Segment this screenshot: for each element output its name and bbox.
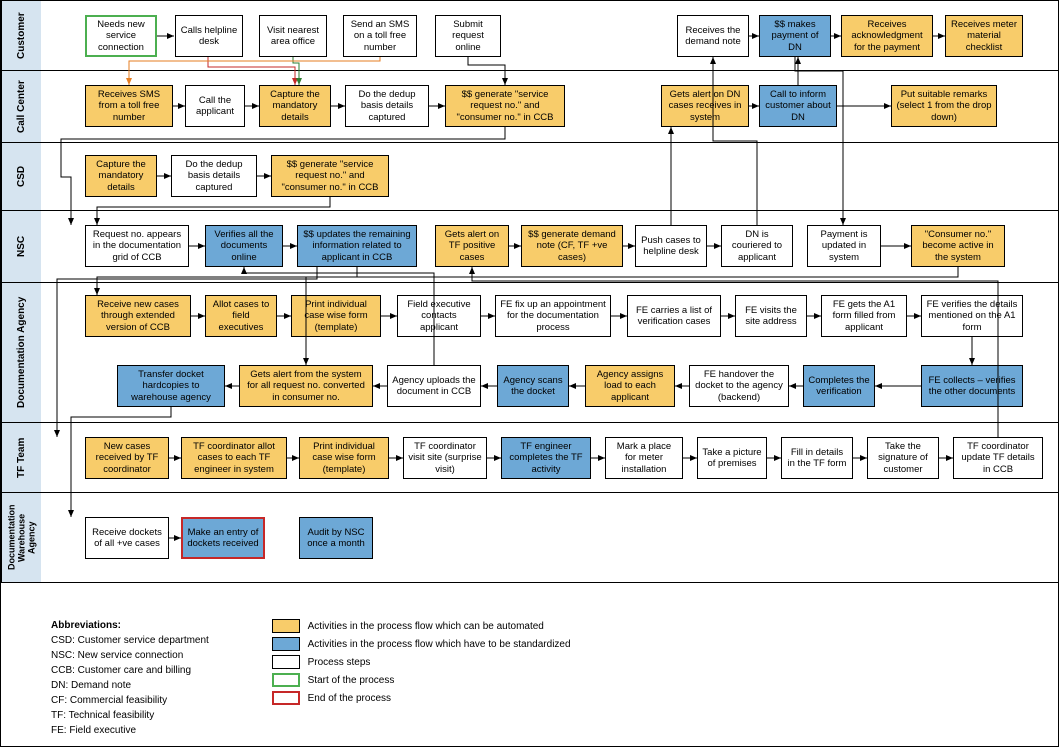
lane-docagency: Documentation Agency Receive new cases t… — [1, 283, 1058, 423]
box-da15: FE handover the docket to the agency (ba… — [689, 365, 789, 407]
box-da1: Receive new cases through extended versi… — [85, 295, 191, 337]
box-cust2: Calls helpline desk — [175, 15, 243, 57]
box-cust8: Receives acknowledgment for the payment — [841, 15, 933, 57]
box-cc8: Put suitable remarks (select 1 from the … — [891, 85, 997, 127]
box-da13: Agency scans the docket — [497, 365, 569, 407]
abbr-csd: CSD: Customer service department — [51, 633, 209, 648]
box-cc4: Do the dedup basis details captured — [345, 85, 429, 127]
box-tf10: TF coordinator update TF details in CCB — [953, 437, 1043, 479]
box-tf6: Mark a place for meter installation — [605, 437, 683, 479]
box-da17: FE collects – verifies the other documen… — [921, 365, 1023, 407]
box-da14: Agency assigns load to each applicant — [585, 365, 675, 407]
box-csd2: Do the dedup basis details captured — [171, 155, 257, 197]
box-cust5: Submit request online — [435, 15, 501, 57]
box-da8: FE gets the A1 form filled from applican… — [821, 295, 907, 337]
box-cc5: $$ generate "service request no." and "c… — [445, 85, 565, 127]
legend-standard: Activities in the process flow which hav… — [308, 639, 571, 650]
abbr-title: Abbreviations: — [51, 618, 209, 633]
lane-warehouse: Documentation Warehouse Agency Receive d… — [1, 493, 1058, 583]
box-nsc6: Push cases to helpline desk — [635, 225, 707, 267]
box-tf8: Fill in details in the TF form — [781, 437, 853, 479]
box-da5: FE fix up an appointment for the documen… — [495, 295, 611, 337]
box-csd3: $$ generate "service request no." and "c… — [271, 155, 389, 197]
box-da2: Allot cases to field executives — [205, 295, 277, 337]
box-tf3: Print individual case wise form (templat… — [299, 437, 389, 479]
box-nsc4: Gets alert on TF positive cases — [435, 225, 509, 267]
box-cc1: Receives SMS from a toll free number — [85, 85, 173, 127]
abbr-dn: DN: Demand note — [51, 678, 209, 693]
box-cust6: Receives the demand note — [677, 15, 749, 57]
box-da7: FE visits the site address — [735, 295, 807, 337]
box-tf2: TF coordinator allot cases to each TF en… — [181, 437, 287, 479]
abbr-nsc: NSC: New service connection — [51, 648, 209, 663]
box-tf5: TF engineer completes the TF activity — [501, 437, 591, 479]
box-cc6: Gets alert on DN cases receives in syste… — [661, 85, 749, 127]
abbr-cf: CF: Commercial feasibility — [51, 693, 209, 708]
box-nsc3: $$ updates the remaining information rel… — [297, 225, 417, 267]
legend-automate: Activities in the process flow which can… — [308, 621, 544, 632]
box-nsc1: Request no. appears in the documentation… — [85, 225, 189, 267]
abbr-fe: FE: Field executive — [51, 723, 209, 738]
box-wh1: Receive dockets of all +ve cases — [85, 517, 169, 559]
box-nsc7: DN is couriered to applicant — [721, 225, 793, 267]
box-da9: FE verifies the details mentioned on the… — [921, 295, 1023, 337]
box-csd1: Capture the mandatory details — [85, 155, 157, 197]
lane-label-customer: Customer — [1, 1, 41, 70]
legend-area: Abbreviations: CSD: Customer service dep… — [51, 618, 571, 738]
lane-label-tfteam: TF Team — [1, 423, 41, 492]
box-wh3: Audit by NSC once a month — [299, 517, 373, 559]
box-da16: Completes the verification — [803, 365, 875, 407]
box-da4: Field executive contacts applicant — [397, 295, 481, 337]
lane-label-nsc: NSC — [1, 211, 41, 282]
box-da11: Gets alert from the system for all reque… — [239, 365, 373, 407]
box-cust7: $$ makes payment of DN — [759, 15, 831, 57]
box-cc7: Call to inform customer about DN — [759, 85, 837, 127]
swatch-start — [272, 673, 300, 687]
box-tf1: New cases received by TF coordinator — [85, 437, 169, 479]
box-tf9: Take the signature of customer — [867, 437, 939, 479]
box-cc3: Capture the mandatory details — [259, 85, 331, 127]
box-da3: Print individual case wise form (templat… — [291, 295, 381, 337]
box-nsc8: Payment is updated in system — [807, 225, 881, 267]
box-cc2: Call the applicant — [185, 85, 245, 127]
legend-key: Activities in the process flow which can… — [272, 618, 571, 708]
box-da12: Agency uploads the document in CCB — [387, 365, 481, 407]
lane-label-callcenter: Call Center — [1, 71, 41, 142]
lane-nsc: NSC Request no. appears in the documenta… — [1, 211, 1058, 283]
box-nsc2: Verifies all the documents online — [205, 225, 283, 267]
abbreviations: Abbreviations: CSD: Customer service dep… — [51, 618, 209, 738]
box-nsc9: "Consumer no." become active in the syst… — [911, 225, 1005, 267]
swatch-automate — [272, 619, 300, 633]
lane-callcenter: Call Center Receives SMS from a toll fre… — [1, 71, 1058, 143]
box-da10: Transfer docket hardcopies to warehouse … — [117, 365, 225, 407]
abbr-ccb: CCB: Customer care and billing — [51, 663, 209, 678]
box-tf7: Take a picture of premises — [697, 437, 767, 479]
lane-label-docagency: Documentation Agency — [1, 283, 41, 422]
lane-tfteam: TF Team New cases received by TF coordin… — [1, 423, 1058, 493]
legend-end: End of the process — [308, 693, 391, 704]
box-cust9: Receives meter material checklist — [945, 15, 1023, 57]
box-cust3: Visit nearest area office — [259, 15, 327, 57]
box-nsc5: $$ generate demand note (CF, TF +ve case… — [521, 225, 623, 267]
legend-start: Start of the process — [308, 675, 395, 686]
box-cust4: Send an SMS on a toll free number — [343, 15, 417, 57]
lane-csd: CSD Capture the mandatory details Do the… — [1, 143, 1058, 211]
swatch-end — [272, 691, 300, 705]
box-tf4: TF coordinator visit site (surprise visi… — [403, 437, 487, 479]
lane-label-warehouse: Documentation Warehouse Agency — [1, 493, 41, 582]
swimlane-diagram: Customer Needs new service connection Ca… — [0, 0, 1059, 747]
swatch-standard — [272, 637, 300, 651]
legend-steps: Process steps — [308, 657, 371, 668]
abbr-tf: TF: Technical feasibility — [51, 708, 209, 723]
box-wh2: Make an entry of dockets received — [181, 517, 265, 559]
lane-label-csd: CSD — [1, 143, 41, 210]
box-da6: FE carries a list of verification cases — [627, 295, 721, 337]
swatch-steps — [272, 655, 300, 669]
box-cust1: Needs new service connection — [85, 15, 157, 57]
lane-customer: Customer Needs new service connection Ca… — [1, 1, 1058, 71]
